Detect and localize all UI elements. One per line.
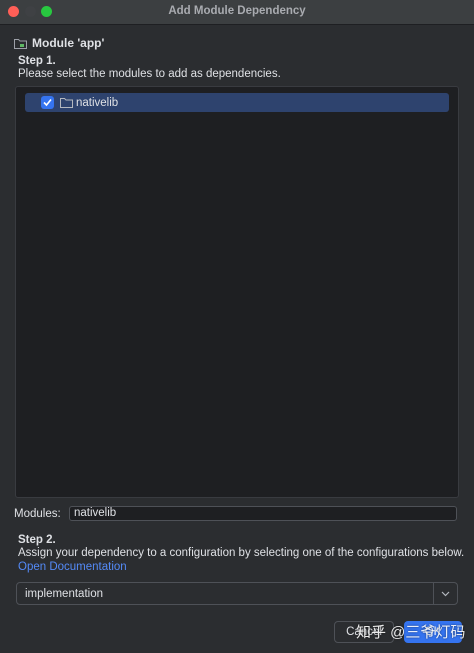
title-bar: Add Module Dependency	[0, 0, 474, 25]
module-header: Module 'app'	[14, 36, 104, 50]
ok-button[interactable]: OK	[404, 621, 462, 643]
select-divider	[433, 583, 434, 604]
cancel-button[interactable]: Cancel	[334, 621, 394, 643]
step2-title: Step 2.	[18, 534, 56, 546]
module-tree[interactable]: nativelib	[15, 86, 459, 498]
folder-icon	[60, 98, 73, 108]
configuration-select[interactable]: implementation	[16, 582, 458, 605]
configuration-value: implementation	[25, 588, 103, 600]
module-title: Module 'app'	[32, 36, 105, 50]
step1-description: Please select the modules to add as depe…	[18, 68, 281, 80]
modules-label: Modules:	[14, 508, 61, 520]
tree-item-label: nativelib	[76, 96, 119, 109]
step1-title: Step 1.	[18, 55, 56, 67]
nativelib-checkbox[interactable]	[41, 96, 54, 109]
tree-item-nativelib[interactable]: nativelib	[25, 93, 449, 112]
checkmark-icon	[43, 98, 52, 107]
modules-field[interactable]: nativelib	[69, 506, 457, 521]
module-folder-icon	[14, 38, 27, 49]
chevron-down-icon[interactable]	[440, 588, 451, 599]
step2-description: Assign your dependency to a configuratio…	[18, 547, 465, 559]
window-title: Add Module Dependency	[168, 5, 306, 17]
open-documentation-link[interactable]: Open Documentation	[18, 561, 127, 573]
